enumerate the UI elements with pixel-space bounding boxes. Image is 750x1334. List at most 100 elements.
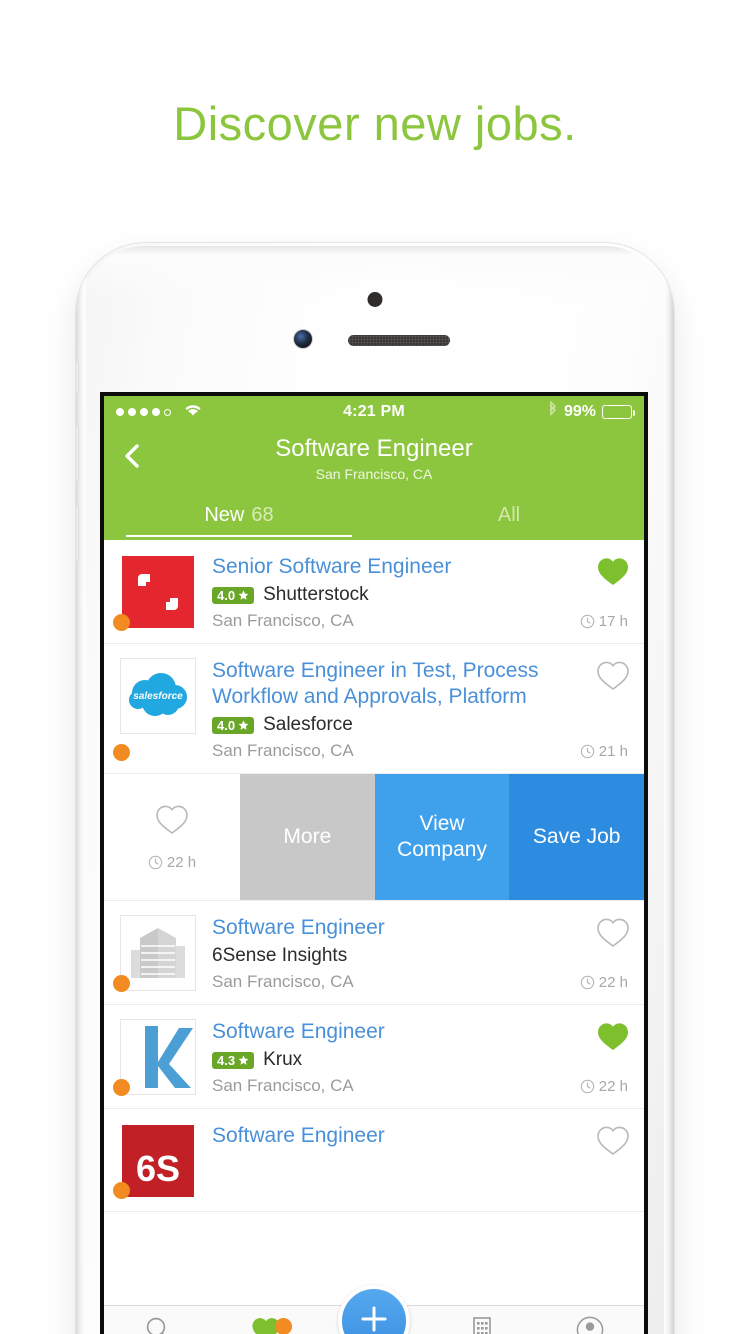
signal-dot-2	[128, 408, 136, 416]
svg-text:salesforce: salesforce	[133, 691, 183, 702]
silent-switch[interactable]	[76, 361, 78, 393]
svg-text:6S: 6S	[136, 1148, 180, 1189]
bottom-tab-bar: Search Jobs	[104, 1285, 644, 1334]
nav-bar: Software Engineer San Francisco, CA New …	[104, 428, 644, 540]
company-row: 4.3 Krux	[212, 1049, 582, 1071]
volume-up-button[interactable]	[76, 425, 78, 481]
status-bar-right: 99%	[547, 399, 635, 424]
segmented-tabs: New 68 All	[104, 490, 644, 540]
job-location: San Francisco, CA	[212, 1076, 354, 1095]
back-button[interactable]	[118, 442, 146, 470]
company-logo-wrapper: salesforce	[113, 658, 198, 761]
add-job-fab-button[interactable]	[338, 1285, 410, 1334]
job-meta: San Francisco, CA	[212, 972, 582, 992]
wifi-icon	[183, 402, 203, 422]
status-bar-left	[116, 402, 203, 422]
job-meta: San Francisco, CA	[212, 611, 582, 631]
company-name: 6Sense Insights	[212, 945, 348, 966]
save-job-heart-icon[interactable]	[596, 1021, 630, 1052]
job-title[interactable]: Software Engineer	[212, 915, 582, 941]
job-swipe-actions-row: 22 h More View Company Save Job	[104, 774, 644, 901]
signal-dot-5	[164, 408, 171, 416]
tab-companies[interactable]: Companies	[428, 1306, 536, 1334]
earpiece-speaker	[348, 335, 450, 346]
clock-icon	[148, 855, 163, 869]
job-time-label: 22 h	[166, 853, 197, 871]
company-name: Shutterstock	[263, 584, 369, 605]
save-job-button[interactable]: Save Job	[509, 774, 644, 900]
company-logo-wrapper	[113, 915, 198, 992]
job-details: Software Engineer in Test, Process Workf…	[212, 658, 628, 761]
volume-down-button[interactable]	[76, 505, 78, 561]
building-icon	[468, 1315, 496, 1334]
battery-percent-label: 99%	[563, 403, 596, 420]
view-company-button[interactable]: View Company	[374, 774, 510, 900]
company-logo-wrapper	[113, 554, 198, 631]
job-title[interactable]: Senior Software Engineer	[212, 554, 582, 580]
job-title[interactable]: Software Engineer	[212, 1019, 582, 1045]
new-job-dot	[113, 1079, 130, 1096]
save-job-heart-icon[interactable]	[596, 1125, 630, 1156]
job-list-item[interactable]: Senior Software Engineer 4.0 Shutterstoc…	[104, 540, 644, 644]
rating-badge: 4.0	[212, 586, 255, 604]
job-meta: San Francisco, CA	[212, 741, 582, 761]
tab-all[interactable]: All	[374, 490, 644, 540]
job-list-item[interactable]: 6S Software Engineer	[104, 1109, 644, 1212]
save-job-heart-icon[interactable]	[155, 804, 189, 840]
tab-search[interactable]: Search	[104, 1306, 212, 1334]
tab-jobs[interactable]: Jobs	[212, 1306, 320, 1334]
job-meta: San Francisco, CA	[212, 1076, 582, 1096]
building-logo	[120, 915, 196, 991]
tab-all-label: All	[497, 503, 521, 526]
job-time-label: 22 h	[598, 1078, 628, 1095]
phone-device-frame: 4:21 PM 99% Software Engineer San Franci…	[76, 243, 674, 1334]
rating-value: 4.3	[217, 1052, 236, 1068]
bluetooth-icon	[547, 399, 558, 424]
salesforce-logo: salesforce	[120, 658, 196, 734]
job-details: Software Engineer	[212, 1123, 628, 1199]
red-logo: 6S	[120, 1123, 196, 1199]
phone-left-edge	[76, 243, 86, 1334]
job-location: San Francisco, CA	[212, 741, 354, 760]
job-time-label: 22 h	[598, 974, 628, 991]
star-icon	[238, 590, 249, 600]
page-title: Software Engineer	[275, 435, 473, 462]
job-list: Senior Software Engineer 4.0 Shutterstoc…	[104, 540, 644, 1212]
tab-new[interactable]: New 68	[104, 490, 374, 540]
job-posted-time: 22 h	[148, 854, 196, 871]
job-posted-time: 22 h	[580, 974, 628, 991]
search-icon	[143, 1315, 173, 1334]
new-job-dot	[113, 1182, 130, 1199]
tab-new-label: New	[204, 503, 245, 526]
company-row: 4.0 Shutterstock	[212, 584, 582, 606]
new-job-dot	[113, 744, 130, 761]
phone-top-sheen	[79, 246, 671, 336]
star-icon	[238, 1055, 249, 1065]
clock-icon	[580, 1079, 595, 1094]
jobs-badge-dot	[275, 1318, 292, 1334]
status-bar: 4:21 PM 99%	[104, 396, 644, 428]
new-job-dot	[113, 975, 130, 992]
job-list-item[interactable]: salesforce Software Engineer in Test, Pr…	[104, 644, 644, 774]
signal-dot-3	[140, 408, 148, 416]
job-title[interactable]: Software Engineer in Test, Process Workf…	[212, 658, 582, 710]
job-details: Senior Software Engineer 4.0 Shutterstoc…	[212, 554, 628, 631]
more-button[interactable]: More	[240, 774, 375, 900]
page-headline: Discover new jobs.	[173, 97, 577, 150]
tab-settings[interactable]: Settings	[536, 1306, 644, 1334]
clock-icon	[580, 744, 595, 759]
save-job-heart-icon[interactable]	[596, 556, 630, 587]
company-row: 6Sense Insights	[212, 945, 582, 967]
job-posted-time: 21 h	[580, 743, 628, 760]
save-job-heart-icon[interactable]	[596, 917, 630, 948]
company-row: 4.0 Salesforce	[212, 714, 582, 736]
job-list-item[interactable]: Software Engineer 4.3 Krux San Francisco…	[104, 1005, 644, 1109]
job-details: Software Engineer 6Sense Insights San Fr…	[212, 915, 628, 992]
phone-right-edge	[664, 243, 674, 1334]
screenshot-stage: Discover new jobs. 4:21 PM 99% Software …	[0, 0, 750, 1334]
krux-logo	[120, 1019, 196, 1095]
job-title[interactable]: Software Engineer	[212, 1123, 582, 1149]
job-time-label: 21 h	[598, 743, 628, 760]
save-job-heart-icon[interactable]	[596, 660, 630, 691]
job-list-item[interactable]: Software Engineer 6Sense Insights San Fr…	[104, 901, 644, 1005]
